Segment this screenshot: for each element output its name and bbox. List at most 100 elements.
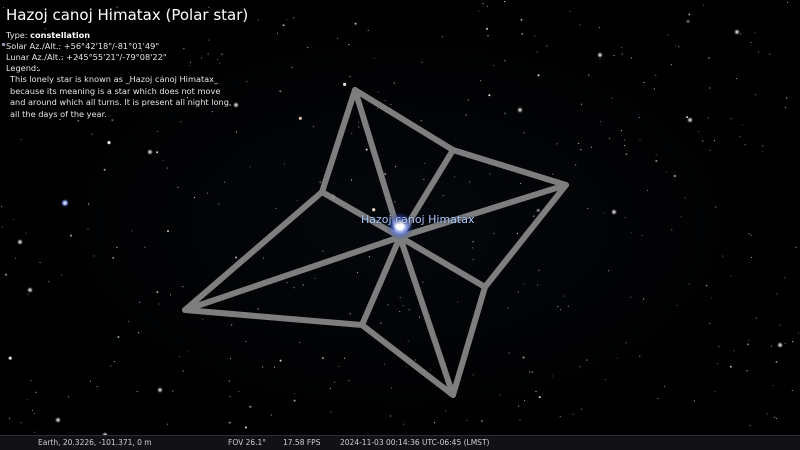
background-star bbox=[722, 255, 724, 257]
background-star bbox=[522, 356, 525, 359]
background-star bbox=[180, 121, 182, 123]
background-star bbox=[646, 190, 648, 192]
background-star bbox=[167, 230, 169, 233]
background-star bbox=[336, 38, 338, 40]
background-star bbox=[275, 207, 277, 210]
background-star bbox=[465, 114, 467, 116]
object-info-panel: Hazoj canoj Himatax (Polar star) Type: c… bbox=[6, 6, 249, 120]
background-star bbox=[688, 13, 691, 16]
background-star bbox=[350, 179, 353, 181]
background-star bbox=[787, 2, 789, 4]
location-readout[interactable]: Earth, 20.3226, -101.371, 0 m bbox=[38, 436, 152, 450]
background-star bbox=[228, 421, 231, 424]
background-star bbox=[546, 45, 548, 47]
background-star bbox=[580, 103, 583, 105]
background-star bbox=[454, 176, 456, 178]
background-star bbox=[312, 126, 314, 128]
background-star bbox=[730, 117, 732, 120]
background-star bbox=[286, 282, 288, 284]
background-star bbox=[384, 100, 386, 102]
background-star bbox=[25, 232, 27, 234]
background-star bbox=[399, 310, 401, 313]
background-star bbox=[89, 380, 91, 382]
background-star bbox=[630, 296, 632, 298]
background-star bbox=[402, 305, 404, 307]
background-star bbox=[20, 139, 22, 141]
sky-viewport[interactable]: Hazoj canoj Himatax (Polar star) Type: c… bbox=[0, 0, 800, 450]
background-star bbox=[621, 46, 623, 49]
background-star bbox=[678, 46, 680, 48]
bright-star bbox=[61, 199, 69, 207]
background-star bbox=[246, 81, 248, 83]
bright-star bbox=[597, 52, 603, 58]
background-star bbox=[750, 41, 752, 44]
background-star bbox=[34, 431, 36, 433]
background-star bbox=[423, 178, 425, 181]
background-star bbox=[630, 232, 633, 234]
background-star bbox=[420, 120, 422, 122]
background-star bbox=[293, 399, 296, 402]
background-star bbox=[608, 270, 610, 272]
bright-star bbox=[611, 209, 617, 215]
background-star bbox=[235, 131, 237, 133]
datetime-readout[interactable]: 2024-11-03 00:14:36 UTC-06:45 (LMST) bbox=[340, 436, 489, 450]
background-star bbox=[442, 195, 444, 197]
background-star bbox=[384, 173, 387, 175]
background-star bbox=[478, 10, 480, 12]
background-star bbox=[479, 80, 481, 82]
background-star bbox=[748, 233, 750, 235]
legend-text: This lonely star is known as _Hazoj cano… bbox=[10, 74, 232, 119]
background-star bbox=[671, 229, 673, 231]
background-star bbox=[238, 390, 240, 393]
background-star bbox=[218, 203, 220, 205]
background-star bbox=[338, 365, 340, 367]
background-star bbox=[31, 409, 34, 411]
background-star bbox=[529, 371, 531, 373]
background-star bbox=[457, 301, 459, 303]
background-star bbox=[472, 374, 474, 376]
background-star bbox=[334, 381, 336, 383]
background-star bbox=[621, 53, 623, 55]
background-star bbox=[467, 99, 469, 101]
bright-star bbox=[777, 342, 783, 348]
background-star bbox=[390, 103, 392, 105]
background-star bbox=[387, 304, 389, 306]
background-star bbox=[249, 166, 251, 168]
background-star bbox=[343, 82, 347, 86]
background-star bbox=[20, 422, 22, 424]
background-star bbox=[493, 232, 495, 234]
background-star bbox=[580, 149, 582, 151]
background-star bbox=[579, 366, 581, 368]
background-star bbox=[380, 322, 382, 324]
background-star bbox=[169, 294, 171, 296]
background-star bbox=[653, 88, 655, 90]
background-star bbox=[9, 417, 11, 419]
background-star bbox=[713, 140, 715, 142]
background-star bbox=[88, 203, 90, 205]
background-star bbox=[580, 408, 582, 410]
constellation-label[interactable]: Hazoj canoj Himatax bbox=[361, 213, 474, 226]
background-star bbox=[508, 352, 510, 354]
background-star bbox=[750, 234, 752, 236]
background-star bbox=[298, 116, 302, 120]
background-star bbox=[358, 121, 360, 124]
background-star bbox=[112, 256, 115, 259]
bright-star bbox=[27, 287, 33, 293]
background-star bbox=[569, 10, 571, 12]
background-star bbox=[182, 286, 184, 288]
background-star bbox=[741, 124, 743, 126]
background-star bbox=[714, 391, 716, 393]
background-star bbox=[791, 389, 793, 392]
background-star bbox=[422, 281, 424, 283]
background-star bbox=[504, 60, 506, 62]
background-star bbox=[631, 57, 633, 59]
constellation-lines[interactable] bbox=[182, 87, 569, 398]
background-star bbox=[487, 5, 489, 7]
background-star bbox=[532, 215, 535, 218]
background-star bbox=[599, 121, 601, 123]
background-star bbox=[110, 365, 112, 367]
object-title: Hazoj canoj Himatax (Polar star) bbox=[6, 6, 249, 24]
status-bar: Earth, 20.3226, -101.371, 0 m FOV 26.1° … bbox=[0, 435, 800, 450]
background-star bbox=[270, 414, 273, 416]
background-star bbox=[670, 64, 672, 66]
